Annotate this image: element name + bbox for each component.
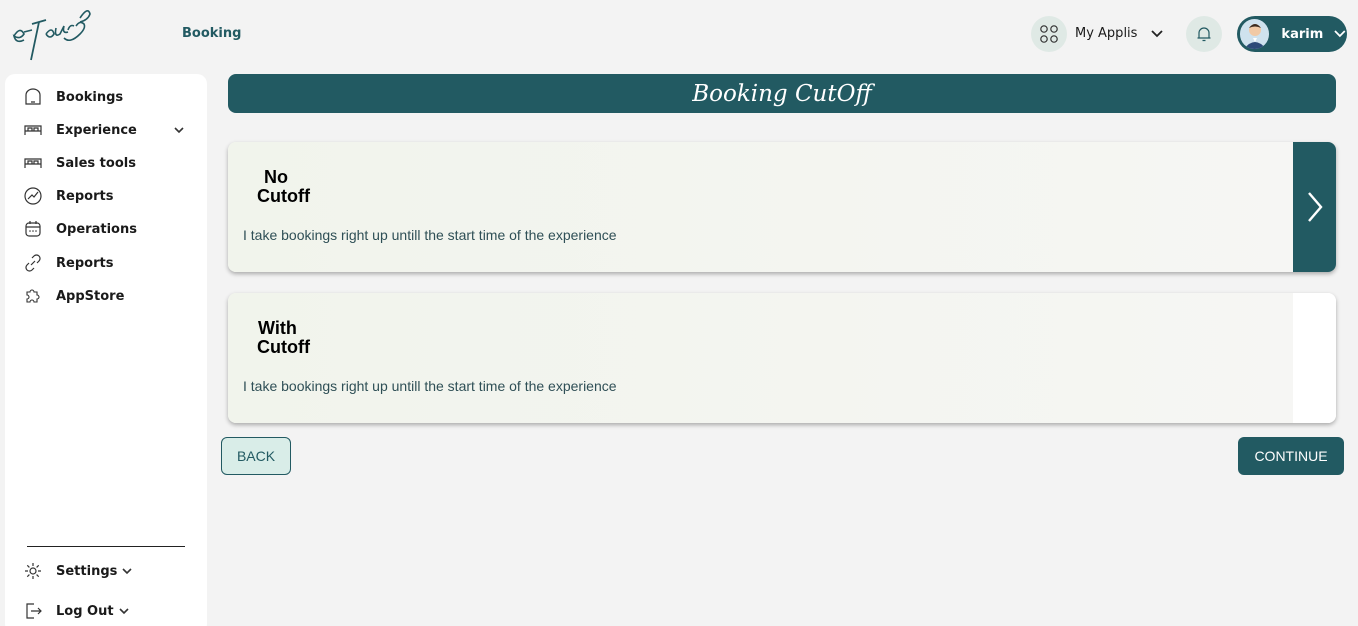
bed-icon — [22, 152, 44, 174]
page-title: Booking CutOff — [692, 80, 872, 107]
option-card-with-cutoff[interactable]: With Cutoff I take bookings right up unt… — [228, 293, 1336, 423]
sidebar-item-label: AppStore — [56, 288, 125, 304]
chevron-down-icon — [1334, 30, 1346, 38]
sidebar: Bookings Experience Sales tools Reports … — [5, 74, 207, 626]
option-card-no-cutoff[interactable]: No Cutoff I take bookings right up until… — [228, 142, 1336, 272]
page-title-banner: Booking CutOff — [228, 74, 1336, 113]
bell-icon — [1197, 27, 1211, 42]
chevron-down-icon — [122, 568, 132, 575]
option-select-arrow[interactable] — [1293, 142, 1336, 272]
sidebar-item-label: Log Out — [56, 603, 114, 619]
option-title-line1: With — [258, 318, 297, 338]
calendar-icon — [22, 218, 44, 240]
sidebar-item-reports-2[interactable]: Reports — [22, 251, 113, 275]
option-title-line2: Cutoff — [257, 337, 310, 357]
home-icon — [22, 86, 44, 108]
sidebar-item-logout[interactable]: Log Out — [22, 599, 130, 623]
sidebar-item-operations[interactable]: Operations — [22, 217, 137, 241]
sidebar-item-sales-tools[interactable]: Sales tools — [22, 151, 136, 175]
sidebar-item-label: Experience — [56, 122, 137, 138]
option-description: I take bookings right up untill the star… — [243, 378, 617, 394]
sidebar-item-appstore[interactable]: AppStore — [22, 284, 124, 308]
continue-button[interactable]: CONTINUE — [1238, 437, 1344, 475]
sidebar-item-experience[interactable]: Experience — [22, 118, 192, 142]
gear-icon — [22, 560, 44, 582]
chevron-down-icon — [119, 608, 129, 615]
sidebar-item-label: Sales tools — [56, 155, 136, 171]
chevron-down-icon[interactable] — [1150, 27, 1164, 41]
sidebar-item-reports[interactable]: Reports — [22, 184, 113, 208]
link-icon — [22, 252, 44, 274]
option-select-area[interactable] — [1293, 293, 1336, 423]
sidebar-item-settings[interactable]: Settings — [22, 559, 133, 583]
option-title: No Cutoff — [257, 168, 310, 206]
option-title-line2: Cutoff — [257, 186, 310, 206]
nav-booking[interactable]: Booking — [182, 26, 241, 41]
apps-label[interactable]: My Applis — [1075, 26, 1137, 41]
sidebar-item-label: Reports — [56, 188, 114, 204]
sidebar-item-bookings[interactable]: Bookings — [22, 85, 123, 109]
avatar — [1240, 19, 1270, 49]
user-menu[interactable]: karim — [1237, 16, 1347, 52]
back-button[interactable]: BACK — [221, 437, 291, 475]
option-description: I take bookings right up untill the star… — [243, 227, 617, 243]
notifications-button[interactable] — [1186, 16, 1222, 52]
chart-icon — [22, 185, 44, 207]
chevron-right-icon — [1307, 192, 1323, 222]
logout-icon — [22, 600, 44, 622]
sidebar-item-label: Reports — [56, 255, 114, 271]
chevron-down-icon[interactable] — [172, 123, 186, 137]
brand-logo — [12, 10, 91, 61]
sidebar-divider — [27, 546, 185, 547]
option-title: With Cutoff — [257, 319, 310, 357]
sidebar-item-label: Bookings — [56, 89, 124, 105]
apps-button[interactable] — [1031, 16, 1067, 52]
user-name: karim — [1281, 26, 1324, 42]
grid-icon — [1040, 25, 1058, 43]
puzzle-icon — [22, 285, 44, 307]
option-title-line1: No — [264, 167, 288, 187]
sidebar-item-label: Settings — [56, 563, 118, 579]
bed-icon — [22, 119, 44, 141]
sidebar-item-label: Operations — [56, 221, 137, 237]
